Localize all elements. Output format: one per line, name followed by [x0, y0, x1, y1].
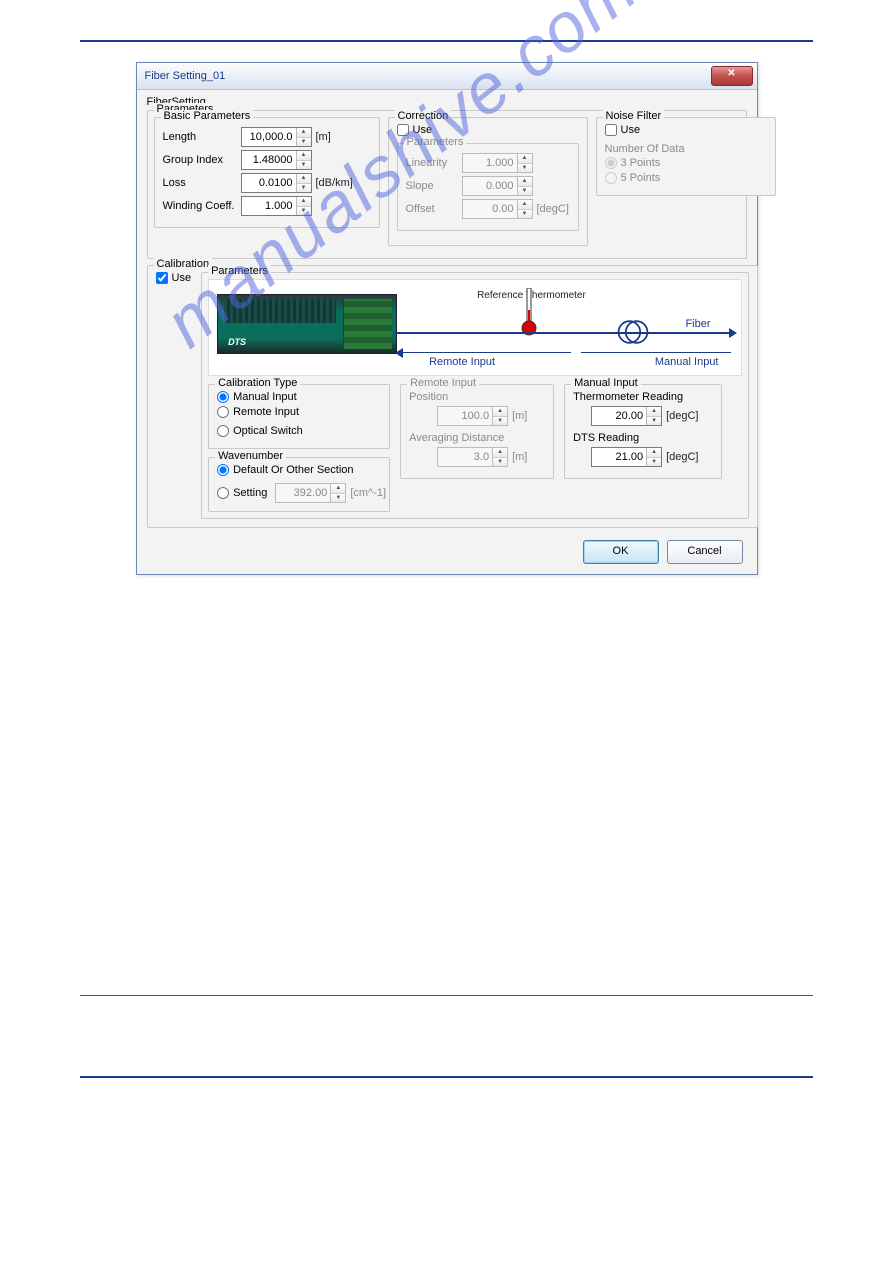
calibration-diagram: DTS Reference Thermometer [208, 279, 741, 376]
page-bottom-rule [80, 1076, 813, 1078]
length-stepper[interactable]: ▲▼ [241, 127, 312, 147]
manual-input-group: Manual Input Thermometer Reading ▲▼ [deg… [564, 384, 722, 479]
manual-therm-stepper[interactable]: ▲▼ [591, 406, 662, 426]
loss-stepper[interactable]: ▲▼ [241, 173, 312, 193]
wavenumber-group: Wavenumber Default Or Other Section Sett… [208, 457, 390, 512]
manual-therm-unit: [degC] [666, 410, 698, 422]
cancel-button[interactable]: Cancel [667, 540, 743, 564]
remote-avg-stepper: ▲▼ [437, 447, 508, 467]
chevron-down-icon[interactable]: ▼ [297, 207, 311, 216]
chevron-down-icon[interactable]: ▼ [297, 161, 311, 170]
dialog-titlebar: Fiber Setting_01 ✕ [137, 63, 757, 90]
dialog-title: Fiber Setting_01 [145, 70, 226, 82]
correction-legend: Correction [395, 110, 452, 122]
loss-unit: [dB/km] [316, 177, 353, 189]
loss-label: Loss [163, 177, 241, 189]
chevron-up-icon[interactable]: ▲ [647, 448, 661, 458]
offset-unit: [degC] [537, 203, 569, 215]
wavenum-legend: Wavenumber [215, 450, 286, 462]
chevron-up-icon[interactable]: ▲ [297, 174, 311, 184]
caltype-optical-radio[interactable]: Optical Switch [217, 425, 303, 437]
calibration-type-group: Calibration Type Manual Input Remote Inp… [208, 384, 390, 449]
calibration-legend: Calibration [154, 258, 213, 270]
wavenum-unit: [cm^-1] [350, 487, 386, 499]
chevron-down-icon[interactable]: ▼ [297, 184, 311, 193]
calibration-use-checkbox[interactable]: Use [156, 272, 192, 284]
chevron-down-icon[interactable]: ▼ [647, 458, 661, 467]
fiber-label: Fiber [685, 318, 710, 330]
remote-input-group: Remote Input Position ▲▼ [m] Averaging D… [400, 384, 554, 479]
wavenum-setting-stepper: ▲▼ [275, 483, 346, 503]
basic-legend: Basic Parameters [161, 110, 254, 122]
arrow-right-icon [729, 328, 737, 338]
remote-pos-label: Position [409, 391, 545, 403]
correction-use-checkbox[interactable]: Use [397, 124, 433, 136]
remote-avg-unit: [m] [512, 451, 527, 463]
remote-input-label: Remote Input [429, 356, 495, 368]
chevron-up-icon[interactable]: ▲ [647, 407, 661, 417]
fiber-loop-icon [615, 314, 651, 350]
remote-pos-unit: [m] [512, 410, 527, 422]
remote-pos-stepper: ▲▼ [437, 406, 508, 426]
close-icon[interactable]: ✕ [711, 66, 753, 86]
manual-dts-stepper[interactable]: ▲▼ [591, 447, 662, 467]
remote-avg-label: Averaging Distance [409, 432, 545, 444]
linearity-label: Linearity [406, 157, 462, 169]
offset-label: Offset [406, 203, 462, 215]
noise-use-checkbox[interactable]: Use [605, 124, 641, 136]
calib-params-legend: Parameters [208, 265, 271, 277]
length-label: Length [163, 131, 241, 143]
linearity-stepper: ▲▼ [462, 153, 533, 173]
noise-legend: Noise Filter [603, 110, 665, 122]
noise-5points-radio: 5 Points [605, 172, 661, 184]
chevron-up-icon[interactable]: ▲ [297, 197, 311, 207]
chevron-up-icon[interactable]: ▲ [297, 151, 311, 161]
chevron-down-icon[interactable]: ▼ [647, 417, 661, 426]
slope-stepper: ▲▼ [462, 176, 533, 196]
offset-stepper: ▲▼ [462, 199, 533, 219]
remote-legend: Remote Input [407, 377, 479, 389]
manual-therm-label: Thermometer Reading [573, 391, 713, 403]
caltype-manual-radio[interactable]: Manual Input [217, 391, 297, 403]
thermometer-icon [521, 288, 537, 338]
wavenum-setting-radio[interactable]: Setting [217, 487, 267, 499]
chevron-down-icon[interactable]: ▼ [297, 138, 311, 147]
noise-numdata-label: Number Of Data [605, 143, 767, 155]
page-top-rule [80, 40, 813, 42]
manual-input-label: Manual Input [655, 356, 719, 368]
correction-params-legend: Parameters [404, 136, 467, 148]
noise-filter-group: Noise Filter Use Number Of Data 3 Points… [596, 117, 776, 196]
group-index-label: Group Index [163, 154, 241, 166]
caltype-legend: Calibration Type [215, 377, 300, 389]
manual-dts-unit: [degC] [666, 451, 698, 463]
winding-label: Winding Coeff. [163, 200, 241, 212]
chevron-up-icon[interactable]: ▲ [297, 128, 311, 138]
noise-3points-radio: 3 Points [605, 157, 661, 169]
correction-group: Correction Use Parameters Linearity ▲▼ S… [388, 117, 588, 246]
fiber-setting-dialog: Fiber Setting_01 ✕ Fiber Setting Paramete… [136, 62, 758, 575]
calibration-group: Calibration Use Parameters DTS Reference… [147, 265, 758, 528]
arrow-left-icon [395, 348, 403, 358]
dts-device-icon: DTS [217, 294, 397, 354]
section-rule [80, 995, 813, 996]
length-unit: [m] [316, 131, 331, 143]
slope-label: Slope [406, 180, 462, 192]
basic-parameters-group: Basic Parameters Length ▲▼ [m] Group Ind… [154, 117, 380, 228]
ok-button[interactable]: OK [583, 540, 659, 564]
winding-stepper[interactable]: ▲▼ [241, 196, 312, 216]
wavenum-default-radio[interactable]: Default Or Other Section [217, 464, 353, 476]
manual-dts-label: DTS Reading [573, 432, 713, 444]
group-index-stepper[interactable]: ▲▼ [241, 150, 312, 170]
caltype-remote-radio[interactable]: Remote Input [217, 406, 299, 418]
manual-legend: Manual Input [571, 377, 641, 389]
